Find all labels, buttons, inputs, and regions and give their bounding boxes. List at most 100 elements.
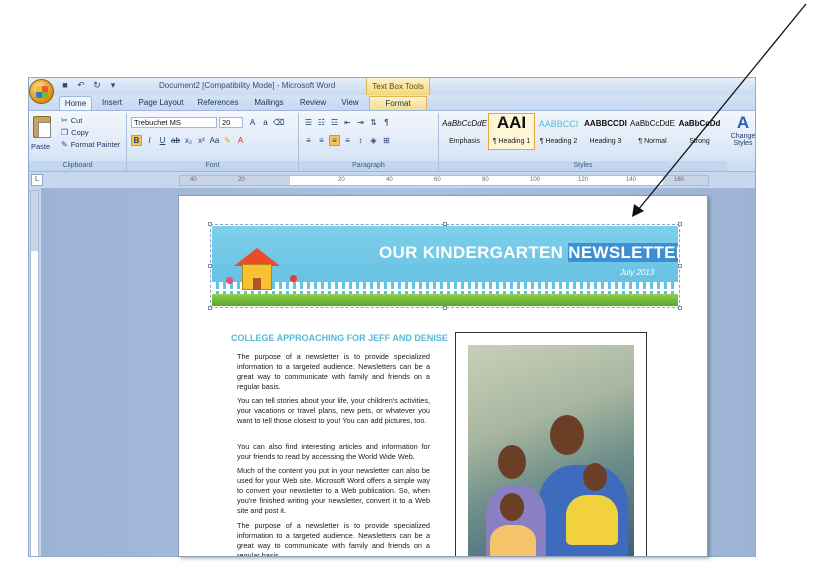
- borders-icon[interactable]: ⊞: [381, 135, 392, 146]
- ruler-tick: 40: [190, 177, 197, 183]
- paintbrush-icon: ✎: [61, 140, 68, 149]
- resize-handle[interactable]: [208, 222, 212, 226]
- align-center-icon[interactable]: ≡: [316, 135, 327, 146]
- bullets-icon[interactable]: ☰: [303, 117, 314, 128]
- photo-frame[interactable]: [455, 332, 647, 556]
- align-left-icon[interactable]: ≡: [303, 135, 314, 146]
- resize-handle[interactable]: [208, 306, 212, 310]
- paste-button[interactable]: Paste: [31, 142, 50, 151]
- grass-graphic: [212, 294, 678, 306]
- increase-indent-icon[interactable]: ⇥: [355, 117, 366, 128]
- justify-icon[interactable]: ≡: [342, 135, 353, 146]
- tab-home[interactable]: Home: [59, 96, 92, 110]
- tab-selector-icon[interactable]: L: [31, 174, 43, 186]
- quick-access-toolbar: ■ ↶ ↻ ▾: [59, 80, 119, 91]
- banner-title[interactable]: OUR KINDERGARTEN NEWSLETTER: [379, 243, 678, 263]
- shading-icon[interactable]: ◈: [368, 135, 379, 146]
- horizontal-ruler[interactable]: 40 20 20 40 60 80 100 120 140 160: [179, 175, 709, 186]
- multilevel-list-icon[interactable]: ☲: [329, 117, 340, 128]
- font-group: Trebuchet MS 20 A a ⌫ B I U ab x₂ x² Aa …: [127, 113, 299, 171]
- superscript-icon[interactable]: x²: [196, 135, 207, 146]
- resize-handle[interactable]: [443, 222, 447, 226]
- copy-button[interactable]: ❐ Copy: [61, 128, 89, 137]
- clipboard-group: Paste ✂ Cut ❐ Copy ✎ Format Painter Clip…: [29, 113, 127, 171]
- align-right-icon[interactable]: ≡: [329, 135, 340, 146]
- ribbon: Paste ✂ Cut ❐ Copy ✎ Format Painter Clip…: [29, 110, 755, 172]
- ruler-tick: 140: [626, 177, 637, 183]
- tab-page-layout[interactable]: Page Layout: [135, 96, 187, 110]
- font-color-icon[interactable]: A: [235, 135, 246, 146]
- resize-handle[interactable]: [678, 264, 682, 268]
- office-button[interactable]: [29, 79, 54, 104]
- cut-button[interactable]: ✂ Cut: [61, 116, 82, 125]
- cut-label: Cut: [70, 116, 83, 125]
- resize-handle[interactable]: [443, 306, 447, 310]
- flower-icon: [226, 277, 233, 284]
- family-photo: [468, 345, 634, 556]
- body-paragraph[interactable]: You can tell stories about your life, yo…: [237, 396, 430, 426]
- font-size-select[interactable]: 20: [219, 117, 243, 128]
- ruler-tick: 20: [238, 177, 245, 183]
- font-family-select[interactable]: Trebuchet MS: [131, 117, 217, 128]
- highlight-icon[interactable]: ✎: [222, 135, 233, 146]
- ruler-tick: 120: [578, 177, 589, 183]
- paragraph-group: ☰ ☷ ☲ ⇤ ⇥ ⇅ ¶ ≡ ≡ ≡ ≡ ↕ ◈ ⊞ Paragraph: [299, 113, 439, 171]
- show-marks-icon[interactable]: ¶: [381, 117, 392, 128]
- undo-icon[interactable]: ↶: [75, 80, 87, 91]
- change-styles-icon: A: [736, 113, 750, 132]
- resize-handle[interactable]: [678, 306, 682, 310]
- body-paragraph[interactable]: You can also find interesting articles a…: [237, 442, 430, 462]
- format-painter-button[interactable]: ✎ Format Painter: [61, 140, 120, 149]
- banner-date: July 2013: [620, 268, 655, 277]
- banner-title-plain: OUR KINDERGARTEN: [379, 243, 564, 262]
- clipboard-group-label: Clipboard: [29, 161, 126, 171]
- change-styles-label: Change Styles: [730, 133, 756, 147]
- resize-handle[interactable]: [678, 222, 682, 226]
- ruler-tick: 160: [674, 177, 685, 183]
- ruler-tick: 20: [338, 177, 345, 183]
- strikethrough-icon[interactable]: ab: [170, 135, 181, 146]
- tab-mailings[interactable]: Mailings: [249, 96, 289, 110]
- tab-review[interactable]: Review: [296, 96, 330, 110]
- body-paragraph[interactable]: The purpose of a newsletter is to provid…: [237, 352, 430, 392]
- change-styles-button[interactable]: A Change Styles: [729, 113, 756, 157]
- tab-references[interactable]: References: [195, 96, 241, 110]
- copy-icon: ❐: [61, 128, 69, 137]
- numbering-icon[interactable]: ☷: [316, 117, 327, 128]
- ruler-tick: 100: [530, 177, 541, 183]
- sort-icon[interactable]: ⇅: [368, 117, 379, 128]
- shrink-font-icon[interactable]: a: [260, 117, 271, 128]
- paste-icon[interactable]: [33, 116, 51, 138]
- body-paragraph[interactable]: Much of the content you put in your news…: [237, 466, 430, 516]
- document-page[interactable]: OUR KINDERGARTEN NEWSLETTER July 2013 CO…: [178, 195, 708, 557]
- qat-dropdown-icon[interactable]: ▾: [107, 80, 119, 91]
- tab-insert[interactable]: Insert: [97, 96, 127, 110]
- copy-label: Copy: [71, 128, 89, 137]
- italic-icon[interactable]: I: [144, 135, 155, 146]
- decrease-indent-icon[interactable]: ⇤: [342, 117, 353, 128]
- office-logo-icon: [36, 86, 48, 98]
- tab-format[interactable]: Format: [369, 96, 427, 110]
- window-title: Document2 [Compatibility Mode] - Microso…: [159, 81, 336, 90]
- article-heading[interactable]: COLLEGE APPROACHING FOR JEFF AND DENISE: [231, 333, 448, 343]
- underline-icon[interactable]: U: [157, 135, 168, 146]
- vertical-ruler[interactable]: [30, 190, 39, 556]
- subscript-icon[interactable]: x₂: [183, 135, 194, 146]
- ruler-tick: 80: [482, 177, 489, 183]
- grow-font-icon[interactable]: A: [247, 117, 258, 128]
- save-icon[interactable]: ■: [59, 80, 71, 91]
- bold-icon[interactable]: B: [131, 135, 142, 146]
- clear-formatting-icon[interactable]: ⌫: [273, 117, 284, 128]
- redo-icon[interactable]: ↻: [91, 80, 103, 91]
- ruler-tick: 40: [386, 177, 393, 183]
- ribbon-tabs: Home Insert Page Layout References Maili…: [29, 95, 755, 110]
- body-paragraph[interactable]: The purpose of a newsletter is to provid…: [237, 521, 430, 556]
- resize-handle[interactable]: [208, 264, 212, 268]
- text-box-tools-label: Text Box Tools: [366, 78, 430, 95]
- styles-group-label: Styles: [439, 161, 727, 171]
- newsletter-banner[interactable]: OUR KINDERGARTEN NEWSLETTER July 2013: [212, 226, 678, 306]
- change-case-icon[interactable]: Aa: [209, 135, 220, 146]
- tab-view[interactable]: View: [337, 96, 363, 110]
- line-spacing-icon[interactable]: ↕: [355, 135, 366, 146]
- screenshot: ■ ↶ ↻ ▾ Document2 [Compatibility Mode] -…: [0, 0, 831, 567]
